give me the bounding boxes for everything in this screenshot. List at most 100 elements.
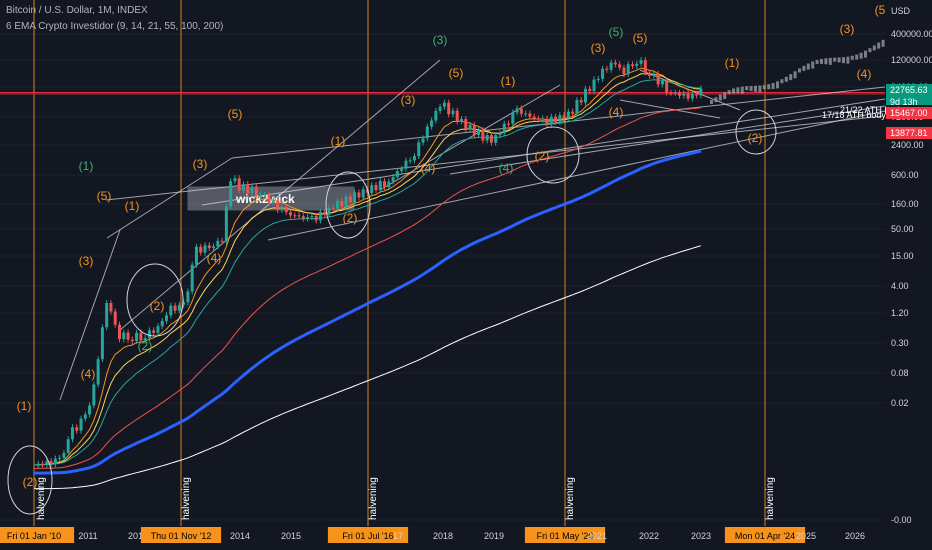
wave-label: (2) bbox=[150, 299, 165, 313]
wave-label: (3) bbox=[193, 157, 208, 171]
candle bbox=[669, 92, 673, 94]
candle bbox=[310, 216, 314, 218]
projection-bar bbox=[767, 84, 771, 90]
candle bbox=[96, 359, 100, 385]
wave-label: (5) bbox=[228, 107, 243, 121]
candle bbox=[284, 206, 288, 213]
candle bbox=[447, 102, 451, 115]
y-tick-label: 160.00 bbox=[891, 199, 919, 209]
candle bbox=[336, 200, 340, 209]
candle bbox=[199, 246, 203, 253]
x-tick-label: 2019 bbox=[484, 531, 504, 541]
candle bbox=[374, 185, 378, 191]
candle bbox=[314, 216, 318, 221]
candle bbox=[472, 124, 476, 135]
candle bbox=[41, 463, 45, 465]
projection-bar bbox=[749, 85, 753, 91]
price-badge-label: 9d 13h bbox=[890, 97, 918, 107]
candle bbox=[45, 461, 49, 465]
candle bbox=[477, 129, 481, 135]
wave-label: (1) bbox=[17, 399, 32, 413]
price-badge-label: 13877.81 bbox=[890, 128, 928, 138]
candle bbox=[626, 64, 630, 75]
projection-bar bbox=[824, 58, 828, 65]
candle bbox=[289, 212, 292, 216]
candle bbox=[502, 123, 506, 134]
candle bbox=[53, 458, 57, 465]
x-tick-label: 17 bbox=[393, 531, 403, 541]
projection-bar bbox=[745, 86, 749, 91]
candle bbox=[83, 414, 87, 419]
projection-bar bbox=[846, 56, 850, 64]
halvening-label: halvening bbox=[765, 477, 776, 520]
candle bbox=[212, 246, 216, 249]
candle bbox=[306, 217, 310, 219]
projection-bar bbox=[820, 58, 823, 64]
x-tick-label: 2026 bbox=[845, 531, 865, 541]
projection-bar bbox=[864, 50, 867, 58]
projection-bar bbox=[771, 82, 775, 89]
candle bbox=[673, 92, 677, 94]
candle bbox=[613, 62, 617, 65]
x-tick-label: 2018 bbox=[433, 531, 453, 541]
candle bbox=[545, 118, 549, 125]
candle bbox=[588, 88, 592, 91]
candle bbox=[229, 181, 233, 207]
candle bbox=[169, 305, 173, 316]
wave-label: (2) bbox=[535, 149, 550, 163]
candle bbox=[656, 73, 660, 85]
wave-label: (5) bbox=[449, 66, 464, 80]
candle bbox=[532, 116, 536, 119]
candle bbox=[507, 123, 511, 125]
projection-bar bbox=[732, 88, 735, 94]
candle bbox=[648, 72, 652, 76]
candle bbox=[434, 110, 438, 121]
candle bbox=[400, 168, 404, 172]
candle bbox=[173, 305, 177, 311]
ema-line bbox=[33, 67, 701, 466]
candle bbox=[207, 245, 211, 249]
candle bbox=[323, 211, 327, 215]
candle bbox=[280, 206, 284, 211]
halvening-labels: halvening halvening halvening halvening halv… bbox=[36, 477, 776, 520]
y-tick-label: 400000.00 bbox=[891, 29, 932, 39]
projection-bar bbox=[850, 55, 854, 60]
candle bbox=[254, 186, 258, 196]
candle bbox=[344, 196, 348, 207]
halvening-label: halvening bbox=[181, 477, 192, 520]
candle bbox=[571, 111, 575, 114]
candle bbox=[562, 115, 566, 119]
projection-bar bbox=[762, 85, 766, 90]
x-tick-label: 2022 bbox=[639, 531, 659, 541]
trend-line bbox=[119, 59, 441, 331]
wave-label: (5) bbox=[609, 25, 624, 39]
trend-line bbox=[619, 99, 721, 119]
candle bbox=[686, 93, 690, 99]
candle bbox=[224, 206, 228, 242]
x-tick-label: 2021 bbox=[587, 531, 607, 541]
candle bbox=[592, 79, 596, 91]
candle bbox=[301, 216, 305, 219]
candle bbox=[58, 457, 62, 459]
x-tick-label: 2025 bbox=[796, 531, 816, 541]
candle bbox=[536, 118, 540, 120]
candle bbox=[485, 135, 489, 141]
wave-label: (5 bbox=[875, 3, 886, 17]
candle bbox=[639, 60, 643, 64]
projection-bar bbox=[872, 45, 876, 51]
candle bbox=[549, 116, 553, 125]
wave-label: (2) bbox=[138, 339, 153, 353]
candle bbox=[271, 200, 275, 203]
candle bbox=[430, 120, 434, 127]
candle bbox=[36, 463, 40, 465]
wave-label: (3) bbox=[433, 33, 448, 47]
projection-bar bbox=[881, 39, 885, 47]
x-tick-label: 2011 bbox=[78, 531, 97, 541]
projection-bar bbox=[780, 79, 784, 84]
candle bbox=[387, 181, 391, 188]
candle bbox=[126, 332, 130, 340]
candle bbox=[575, 100, 579, 114]
chart-canvas[interactable]: wick2wick (2)(1)(4)(3)(5)(1)(1)(2)(2)(3)… bbox=[0, 0, 932, 550]
x-tick-label: 2015 bbox=[281, 531, 301, 541]
projection-bar bbox=[784, 76, 788, 82]
